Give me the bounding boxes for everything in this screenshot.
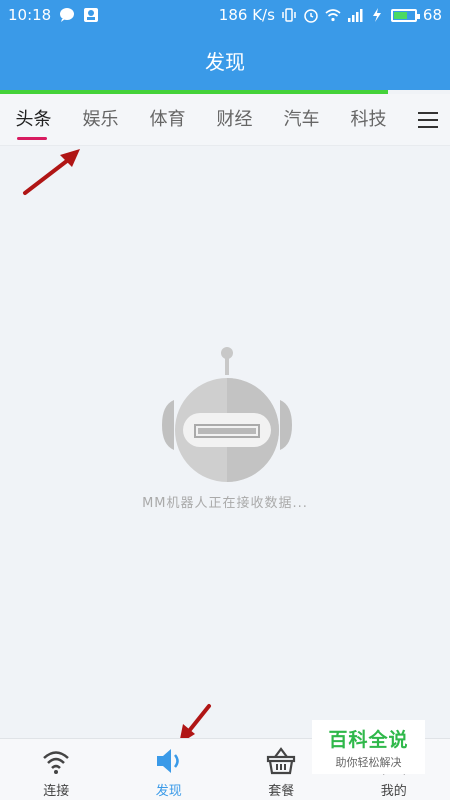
nav-connect[interactable]: 连接 [0, 739, 113, 800]
nav-discover[interactable]: 发现 [113, 739, 226, 800]
wifi-icon [325, 9, 341, 22]
status-time: 10:18 [8, 6, 52, 24]
vibrate-icon [282, 8, 296, 22]
watermark-subtitle: 助你轻松解决 [335, 755, 402, 769]
category-tabs: 头条 娱乐 体育 财经 汽车 科技 [0, 94, 450, 146]
robot-placeholder-icon [162, 347, 292, 482]
alarm-icon [304, 9, 318, 23]
watermark-logo: 百科全说 助你轻松解决 [312, 720, 425, 774]
tab-finance[interactable]: 财经 [201, 94, 268, 146]
tab-tech[interactable]: 科技 [335, 94, 402, 146]
watermark-title: 百科全说 [328, 728, 409, 751]
nav-connect-label: 连接 [43, 784, 70, 799]
charging-icon [372, 8, 381, 22]
network-speed: 186 K/s [218, 6, 275, 24]
nav-package-label: 套餐 [268, 784, 295, 799]
annotation-arrow-icon [23, 149, 80, 195]
tab-headlines[interactable]: 头条 [0, 94, 67, 146]
speaker-icon [156, 749, 179, 773]
tab-auto[interactable]: 汽车 [268, 94, 335, 146]
tab-entertainment[interactable]: 娱乐 [67, 94, 134, 146]
basket-icon [267, 747, 296, 775]
signal-icon [347, 9, 363, 22]
menu-icon [418, 112, 438, 114]
tab-sports[interactable]: 体育 [134, 94, 201, 146]
tab-menu-button[interactable] [418, 112, 438, 128]
notification-icon [84, 8, 99, 22]
title-bar: 发现 [0, 30, 450, 90]
loading-message: MM机器人正在接收数据... [142, 496, 308, 511]
message-icon [60, 8, 75, 22]
wifi-icon [43, 751, 70, 774]
page-title: 发现 [205, 49, 245, 74]
nav-mine-label: 我的 [380, 784, 407, 799]
nav-discover-label: 发现 [155, 784, 182, 799]
battery-level: 68 [422, 6, 442, 24]
status-bar: 10:18 186 K/s 68 [0, 0, 450, 30]
battery-icon [390, 8, 420, 22]
